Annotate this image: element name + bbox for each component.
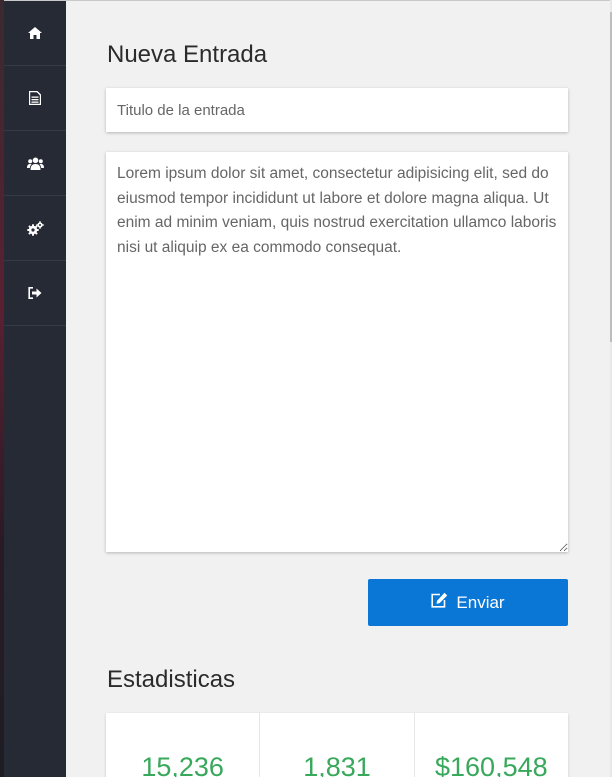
submit-post-button[interactable]: Enviar [368, 579, 568, 626]
main-content: Nueva Entrada Lorem ipsum dolor sit amet… [66, 1, 610, 777]
stat-value: $160,548 [435, 752, 548, 777]
statistics-panel: 15,236 1,831 $160,548 [106, 713, 568, 777]
settings-gears-icon [26, 220, 44, 236]
stat-card: 1,831 [260, 713, 415, 777]
sidebar [4, 1, 66, 777]
sign-out-icon [28, 287, 42, 299]
document-icon [29, 91, 41, 105]
users-icon [26, 157, 44, 170]
sidebar-item-home[interactable] [4, 1, 66, 66]
statistics-heading: Estadisticas [107, 666, 236, 693]
new-post-heading: Nueva Entrada [107, 41, 268, 68]
sidebar-item-logout[interactable] [4, 261, 66, 326]
sidebar-item-posts[interactable] [4, 66, 66, 131]
home-icon [28, 27, 42, 39]
submit-button-label: Enviar [456, 592, 505, 612]
stat-value: 15,236 [141, 752, 224, 777]
stat-value: 1,831 [303, 752, 371, 777]
sidebar-item-users[interactable] [4, 131, 66, 196]
sidebar-item-settings[interactable] [4, 196, 66, 261]
post-title-input[interactable] [106, 88, 568, 132]
stat-card: 15,236 [106, 713, 261, 777]
stat-card: $160,548 [415, 713, 568, 777]
edit-icon [431, 592, 448, 613]
post-body-textarea[interactable]: Lorem ipsum dolor sit amet, consectetur … [106, 152, 568, 552]
